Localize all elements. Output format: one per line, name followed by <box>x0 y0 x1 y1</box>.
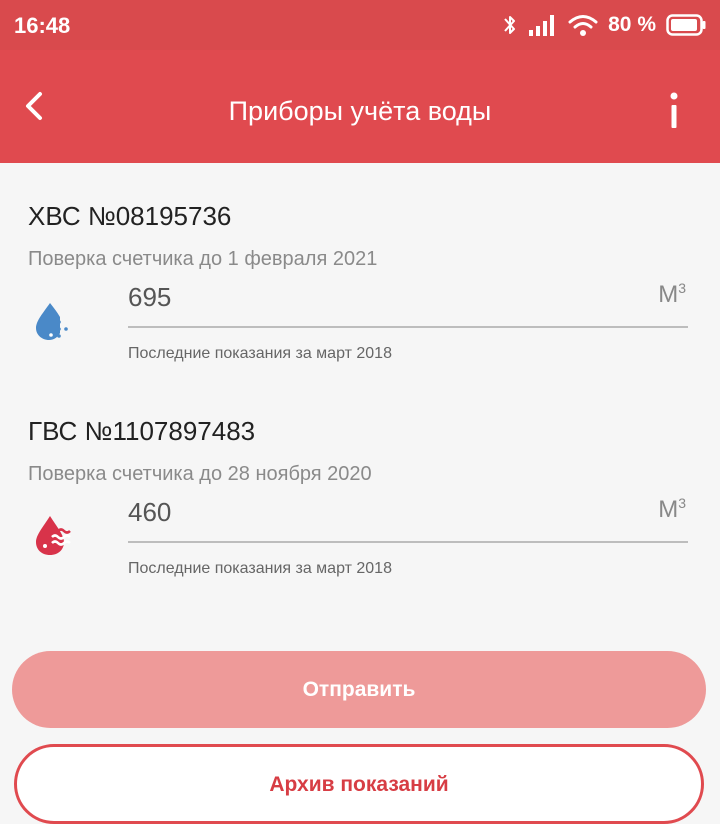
battery-percent: 80 % <box>608 13 656 36</box>
cold-water-drop-icon <box>30 295 78 343</box>
meter-title: ГВС №1107897483 <box>28 416 256 446</box>
meter-title: ХВС №08195736 <box>28 201 232 231</box>
battery-icon <box>666 14 706 36</box>
meter-verification: Поверка счетчика до 28 ноября 2020 <box>28 463 372 485</box>
reading-input[interactable]: 460 М3 <box>128 491 688 543</box>
signal-icon <box>529 15 555 36</box>
reading-value: 460 <box>128 497 172 527</box>
meter-hot-water: ГВС №1107897483 Поверка счетчика до 28 н… <box>0 378 720 608</box>
wifi-icon <box>568 15 598 36</box>
archive-button[interactable]: Архив показаний <box>14 744 704 824</box>
meter-verification: Поверка счетчика до 1 февраля 2021 <box>28 248 378 270</box>
send-button[interactable]: Отправить <box>12 651 706 728</box>
meter-cold-water: ХВС №08195736 Поверка счетчика до 1 февр… <box>0 163 720 393</box>
info-button[interactable] <box>656 80 692 136</box>
app-toolbar: Приборы учёта воды <box>0 50 720 163</box>
last-reading-hint: Последние показания за март 2018 <box>128 345 392 362</box>
bluetooth-icon <box>504 16 516 34</box>
status-bar: 16:48 80 % <box>0 0 720 50</box>
hot-water-drop-icon <box>30 510 78 558</box>
reading-input[interactable]: 695 М3 <box>128 276 688 328</box>
status-icons: 80 % <box>502 10 706 40</box>
status-time: 16:48 <box>14 13 71 38</box>
reading-unit: М3 <box>658 495 686 523</box>
reading-unit: М3 <box>658 280 686 308</box>
last-reading-hint: Последние показания за март 2018 <box>128 560 392 577</box>
reading-value: 695 <box>128 282 172 312</box>
info-icon <box>670 92 678 128</box>
page-title: Приборы учёта воды <box>228 96 492 126</box>
